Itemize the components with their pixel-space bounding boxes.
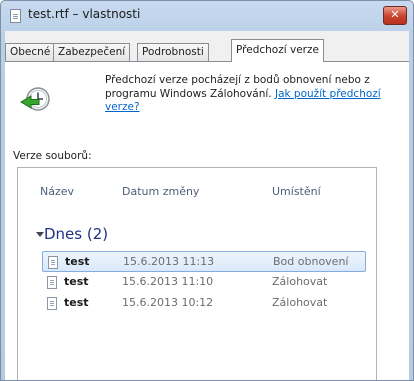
column-header-date[interactable]: Datum změny [122, 185, 199, 198]
versions-list[interactable]: Název Datum změny Umístění Dnes (2) test… [17, 167, 377, 380]
previous-versions-panel: Předchozí verze pocházejí z bodů obnoven… [5, 61, 409, 380]
list-item[interactable]: test 15.6.2013 11:13 Bod obnovení [42, 251, 366, 272]
tab-details[interactable]: Podrobnosti [137, 43, 209, 61]
item-location: Zálohovat [272, 296, 328, 309]
file-versions-label: Verze souborů: [13, 150, 92, 162]
item-location: Bod obnovení [273, 255, 349, 268]
document-icon [47, 297, 57, 310]
document-icon [47, 276, 57, 289]
collapse-arrow-icon[interactable] [36, 232, 44, 237]
title-bar[interactable]: test.rtf – vlastnosti ✕ [1, 1, 413, 31]
group-header-today[interactable]: Dnes (2) [44, 225, 108, 243]
tab-strip: Obecné Zabezpečení Podrobnosti Předchozí… [5, 39, 409, 62]
tab-previous-versions[interactable]: Předchozí verze [231, 39, 324, 62]
list-item[interactable]: test 15.6.2013 10:12 Zálohovat [42, 293, 366, 314]
document-icon [10, 9, 21, 23]
item-name: test [64, 275, 89, 288]
item-name: test [64, 296, 89, 309]
info-message: Předchozí verze pocházejí z bodů obnoven… [105, 74, 395, 115]
column-header-location[interactable]: Umístění [272, 185, 321, 198]
item-location: Zálohovat [272, 275, 328, 288]
item-date: 15.6.2013 11:10 [122, 275, 214, 288]
tab-security[interactable]: Zabezpečení [53, 43, 131, 61]
tab-general[interactable]: Obecné [5, 43, 56, 61]
column-header-name[interactable]: Název [40, 185, 74, 198]
restore-clock-icon [20, 87, 50, 111]
close-button[interactable]: ✕ [383, 6, 407, 25]
window-title: test.rtf – vlastnosti [28, 7, 141, 21]
item-name: test [65, 255, 90, 268]
item-date: 15.6.2013 11:13 [123, 255, 215, 268]
item-date: 15.6.2013 10:12 [122, 296, 214, 309]
document-icon [48, 256, 58, 269]
list-item[interactable]: test 15.6.2013 11:10 Zálohovat [42, 272, 366, 293]
dialog-body: Obecné Zabezpečení Podrobnosti Předchozí… [5, 31, 409, 380]
properties-window: test.rtf – vlastnosti ✕ Obecné Zabezpeče… [0, 0, 414, 381]
